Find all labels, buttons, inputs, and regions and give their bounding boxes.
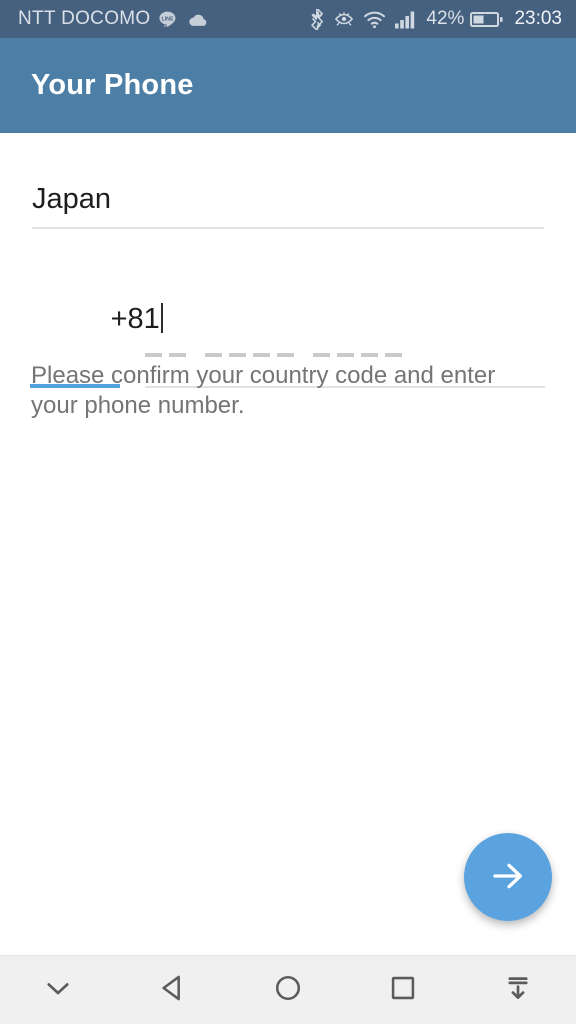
hide-navbar-icon — [501, 971, 535, 1010]
battery-percent-label: 42% — [426, 8, 465, 29]
cloud-icon — [185, 11, 208, 27]
carrier-label: NTT DOCOMO — [18, 8, 151, 29]
placeholder-group-3 — [313, 353, 402, 357]
placeholder-dash — [145, 353, 162, 357]
country-field-underline — [32, 227, 544, 229]
wifi-icon — [363, 10, 386, 29]
arrow-right-icon — [488, 856, 528, 899]
svg-text:LINE: LINE — [162, 16, 174, 22]
status-bar: NTT DOCOMO LINE 42% 23:03 — [0, 0, 576, 38]
placeholder-dash — [169, 353, 186, 357]
home-icon — [271, 971, 305, 1010]
text-caret — [160, 303, 163, 333]
placeholder-dash — [337, 353, 354, 357]
hide-keyboard-button[interactable] — [0, 956, 115, 1024]
next-fab-button[interactable] — [464, 833, 552, 921]
status-bar-right: 42% 23:03 — [310, 8, 562, 30]
page-title: Your Phone — [31, 69, 194, 101]
country-field[interactable]: Japan — [32, 181, 544, 229]
hide-navbar-button[interactable] — [461, 956, 576, 1024]
country-code-value[interactable]: +81 — [111, 303, 160, 335]
helper-text: Please confirm your country code and ent… — [31, 362, 496, 419]
main-content: Japan +81 Please confirm your country co… — [0, 133, 576, 955]
line-app-icon: LINE — [157, 9, 178, 30]
cellular-signal-icon — [394, 10, 418, 29]
placeholder-dash — [313, 353, 330, 357]
placeholder-dash — [385, 353, 402, 357]
eye-comfort-icon — [333, 10, 355, 28]
back-button[interactable] — [115, 956, 230, 1024]
recents-button[interactable] — [346, 956, 461, 1024]
placeholder-dash — [253, 353, 270, 357]
navigation-bar — [0, 955, 576, 1024]
placeholder-dash — [277, 353, 294, 357]
home-button[interactable] — [230, 956, 345, 1024]
back-icon — [156, 971, 190, 1010]
app-bar: Your Phone — [0, 38, 576, 133]
placeholder-dash — [205, 353, 222, 357]
bluetooth-icon — [310, 8, 325, 30]
hide-keyboard-icon — [41, 971, 75, 1010]
clock-label: 23:03 — [514, 8, 562, 29]
battery-icon — [470, 10, 504, 29]
country-field-value[interactable]: Japan — [32, 181, 544, 227]
recents-icon — [386, 971, 420, 1010]
placeholder-dash — [361, 353, 378, 357]
placeholder-dash — [229, 353, 246, 357]
status-bar-left: NTT DOCOMO LINE — [18, 8, 208, 30]
placeholder-group-2 — [205, 353, 294, 357]
placeholder-group-1 — [145, 353, 186, 357]
phone-screen: NTT DOCOMO LINE 42% 23:03 Your Phone Jap… — [0, 0, 576, 1024]
